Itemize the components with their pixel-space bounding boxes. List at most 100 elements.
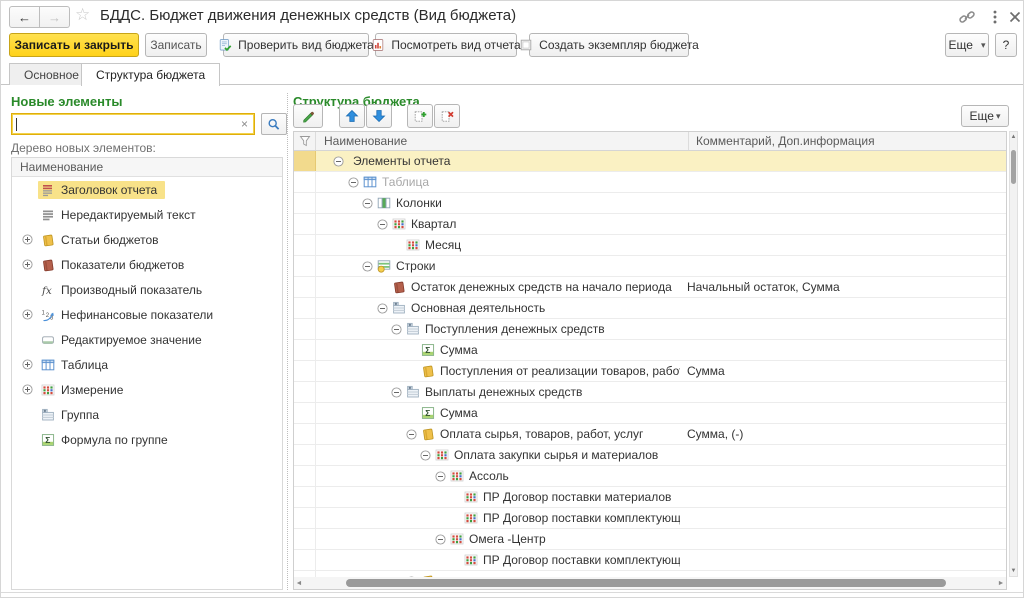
vertical-scroll-thumb[interactable] — [1011, 150, 1016, 184]
collapse-icon[interactable] — [391, 324, 402, 335]
tree-row[interactable]: ПР Договор поставки комплектующих — [294, 550, 1006, 571]
expand-icon[interactable] — [22, 384, 33, 395]
list-item[interactable]: Редактируемое значение — [12, 327, 282, 352]
edit-element-button[interactable] — [293, 104, 323, 128]
move-down-button[interactable] — [366, 104, 392, 128]
table-icon — [363, 175, 377, 189]
vertical-scrollbar[interactable]: ▲ ▼ — [1009, 131, 1018, 577]
rows-icon — [377, 259, 391, 273]
expand-icon[interactable] — [22, 259, 33, 270]
collapse-icon[interactable] — [362, 261, 373, 272]
list-item[interactable]: Показатели бюджетов — [12, 252, 282, 277]
collapse-icon[interactable] — [406, 429, 417, 440]
list-item[interactable]: Заголовок отчета — [12, 177, 282, 202]
panel-splitter[interactable] — [287, 93, 288, 590]
tree-row[interactable]: Таблица — [294, 172, 1006, 193]
tree-row[interactable]: Оплата закупки сырья и материалов — [294, 445, 1006, 466]
new-elements-title: Новые элементы — [11, 94, 122, 109]
tree-row[interactable]: ΣСумма — [294, 340, 1006, 361]
item-content: Таблица — [38, 356, 116, 374]
tree-row[interactable]: Строки — [294, 256, 1006, 277]
scroll-up-icon[interactable]: ▲ — [1010, 134, 1017, 140]
list-item[interactable]: Измерение — [12, 377, 282, 402]
collapse-icon[interactable] — [377, 219, 388, 230]
search-input[interactable]: × — [11, 113, 255, 135]
move-up-button[interactable] — [339, 104, 365, 128]
tab-budget-structure[interactable]: Структура бюджета — [81, 63, 220, 86]
row-comment-cell — [680, 529, 1006, 549]
scroll-right-icon[interactable]: ► — [996, 580, 1006, 587]
group-icon — [41, 408, 55, 422]
horizontal-scroll-thumb[interactable] — [346, 579, 946, 587]
list-item[interactable]: fxПроизводный показатель — [12, 277, 282, 302]
item-content: Показатели бюджетов — [38, 256, 192, 274]
tree-row[interactable]: Ассоль — [294, 466, 1006, 487]
tree-row[interactable]: Омега -Центр — [294, 529, 1006, 550]
scroll-left-icon[interactable]: ◄ — [294, 580, 304, 587]
view-report-button[interactable]: Посмотреть вид отчета — [375, 33, 517, 57]
left-column-header[interactable]: Наименование — [12, 158, 282, 177]
list-item[interactable]: ΣФормула по группе — [12, 427, 282, 452]
tree-row[interactable]: Остаток денежных средств на начало перио… — [294, 277, 1006, 298]
list-item[interactable]: Таблица — [12, 352, 282, 377]
collapse-icon[interactable] — [391, 387, 402, 398]
forward-button[interactable]: → — [40, 6, 70, 28]
list-item[interactable]: Статьи бюджетов — [12, 227, 282, 252]
row-name-cell: Поступления от реализации товаров, работ… — [316, 361, 680, 381]
horizontal-scrollbar[interactable]: ◄ ► — [294, 577, 1006, 589]
menu-dots-icon[interactable] — [986, 8, 1004, 26]
close-icon[interactable] — [1006, 8, 1024, 26]
expand-icon[interactable] — [22, 309, 33, 320]
save-and-close-label: Записать и закрыть — [15, 38, 134, 52]
tree-row[interactable]: Оплата сырья, товаров, работ, услугСумма… — [294, 424, 1006, 445]
add-element-button[interactable] — [407, 104, 433, 128]
tree-row[interactable]: Основная деятельность — [294, 298, 1006, 319]
expand-icon[interactable] — [22, 234, 33, 245]
tree-row[interactable]: Элементы отчета — [294, 151, 1006, 172]
dimension-icon — [464, 553, 478, 567]
collapse-icon[interactable] — [420, 450, 431, 461]
filter-corner-cell[interactable] — [294, 132, 316, 150]
tree-row[interactable]: Поступления от реализации товаров, работ… — [294, 361, 1006, 382]
back-arrow-icon: ← — [18, 10, 31, 25]
collapse-icon[interactable] — [362, 198, 373, 209]
tree-row[interactable]: Квартал — [294, 214, 1006, 235]
tree-row[interactable]: Поступления денежных средств — [294, 319, 1006, 340]
expand-icon[interactable] — [22, 359, 33, 370]
collapse-icon[interactable] — [435, 534, 446, 545]
row-label: Выплаты денежных средств — [425, 385, 582, 399]
back-button[interactable]: ← — [9, 6, 40, 28]
search-icon — [267, 117, 281, 132]
search-button[interactable] — [261, 113, 287, 135]
tree-row[interactable]: ΣСумма — [294, 403, 1006, 424]
scroll-down-icon[interactable]: ▼ — [1010, 568, 1017, 574]
tree-row[interactable]: Колонки — [294, 193, 1006, 214]
more-button[interactable]: Еще▾ — [945, 33, 989, 57]
structure-more-button[interactable]: Еще▾ — [961, 105, 1009, 127]
tree-row[interactable]: Месяц — [294, 235, 1006, 256]
tree-row[interactable]: ПР Договор поставки комплектующих — [294, 508, 1006, 529]
column-header-name[interactable]: Наименование — [316, 132, 689, 150]
save-and-close-button[interactable]: Записать и закрыть — [9, 33, 139, 57]
get-link-icon[interactable] — [958, 8, 976, 26]
collapse-icon[interactable] — [348, 177, 359, 188]
column-header-comment[interactable]: Комментарий, Доп.информация — [689, 132, 1006, 150]
save-button[interactable]: Записать — [145, 33, 207, 57]
list-item[interactable]: Группа — [12, 402, 282, 427]
collapse-icon[interactable] — [333, 156, 344, 167]
tree-row[interactable]: ПР Договор поставки материалов — [294, 487, 1006, 508]
chevron-down-icon: ▾ — [996, 111, 1001, 122]
create-budget-instance-button[interactable]: Создать экземпляр бюджета — [529, 33, 689, 57]
formula-icon: Σ — [421, 406, 435, 420]
check-budget-view-button[interactable]: Проверить вид бюджета — [223, 33, 369, 57]
columns-icon — [377, 196, 391, 210]
collapse-icon[interactable] — [435, 471, 446, 482]
list-item[interactable]: Нередактируемый текст — [12, 202, 282, 227]
help-button[interactable]: ? — [995, 33, 1017, 57]
tree-row[interactable]: Выплаты денежных средств — [294, 382, 1006, 403]
list-item[interactable]: 123Нефинансовые показатели — [12, 302, 282, 327]
collapse-icon[interactable] — [377, 303, 388, 314]
delete-element-button[interactable] — [434, 104, 460, 128]
favorite-star-icon[interactable]: ☆ — [75, 5, 90, 25]
clear-search-icon[interactable]: × — [241, 118, 248, 130]
